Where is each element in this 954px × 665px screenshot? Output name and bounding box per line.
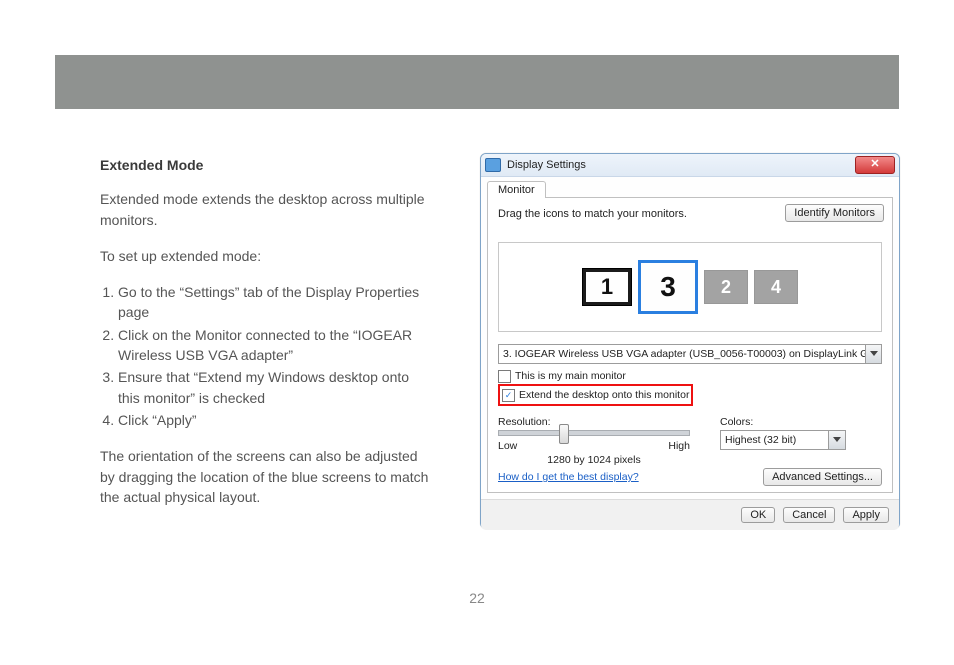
resolution-value: 1280 by 1024 pixels: [498, 454, 690, 466]
colors-label: Colors:: [720, 416, 846, 428]
resolution-group: Resolution: Low High 1280 by 1024 pixels: [498, 416, 690, 466]
close-button[interactable]: ✕: [855, 156, 895, 174]
colors-dropdown[interactable]: Highest (32 bit): [720, 430, 846, 450]
tab-monitor[interactable]: Monitor: [487, 181, 546, 198]
colors-group: Colors: Highest (32 bit): [720, 416, 846, 466]
cancel-label: Cancel: [792, 509, 826, 521]
chevron-down-icon: [828, 431, 845, 449]
setup-step: Click on the Monitor connected to the “I…: [118, 325, 430, 366]
close-icon: ✕: [870, 158, 879, 170]
tab-monitor-label: Monitor: [498, 184, 535, 196]
main-monitor-checkbox[interactable]: [498, 370, 511, 383]
advanced-settings-label: Advanced Settings...: [772, 471, 873, 483]
advanced-settings-button[interactable]: Advanced Settings...: [763, 468, 882, 486]
monitor-select-value: 3. IOGEAR Wireless USB VGA adapter (USB_…: [503, 348, 865, 360]
apply-label: Apply: [852, 509, 880, 521]
extend-desktop-checkbox-row: Extend the desktop onto this monitor: [498, 384, 693, 406]
cancel-button[interactable]: Cancel: [783, 507, 835, 523]
dialog-title-bar[interactable]: Display Settings ✕: [481, 154, 899, 177]
monitor-1-label: 1: [601, 274, 613, 300]
ok-button[interactable]: OK: [741, 507, 775, 523]
orientation-paragraph: The orientation of the screens can also …: [100, 446, 430, 507]
instruction-text-column: Extended Mode Extended mode extends the …: [100, 155, 430, 523]
setup-step: Ensure that “Extend my Windows desktop o…: [118, 367, 430, 408]
extend-desktop-checkbox[interactable]: [502, 389, 515, 402]
heading-extended-mode: Extended Mode: [100, 155, 430, 175]
dialog-title: Display Settings: [507, 159, 586, 171]
monitor-2-label: 2: [721, 277, 731, 298]
main-monitor-label: This is my main monitor: [515, 368, 626, 384]
intro-paragraph: Extended mode extends the desktop across…: [100, 189, 430, 230]
main-monitor-checkbox-row: This is my main monitor: [498, 368, 882, 384]
dialog-button-row: OK Cancel Apply: [481, 499, 899, 530]
slider-thumb[interactable]: [559, 424, 569, 444]
monitor-arrangement-area[interactable]: 1 3 2 4: [498, 242, 882, 332]
monitor-1[interactable]: 1: [582, 268, 632, 306]
resolution-label: Resolution:: [498, 416, 690, 428]
setup-step: Click “Apply”: [118, 410, 430, 430]
monitor-select-dropdown[interactable]: 3. IOGEAR Wireless USB VGA adapter (USB_…: [498, 344, 882, 364]
identify-monitors-label: Identify Monitors: [794, 207, 875, 219]
colors-value: Highest (32 bit): [725, 434, 796, 446]
resolution-slider[interactable]: [498, 430, 690, 436]
best-display-help-link[interactable]: How do I get the best display?: [498, 471, 639, 483]
chevron-down-icon: [865, 345, 881, 363]
display-settings-dialog: Display Settings ✕ Monitor Drag the icon…: [480, 153, 900, 529]
tab-monitor-panel: Drag the icons to match your monitors. I…: [487, 197, 893, 493]
monitor-4-label: 4: [771, 277, 781, 298]
monitor-4[interactable]: 4: [754, 270, 798, 304]
monitor-3-label: 3: [660, 271, 676, 303]
page-number: 22: [0, 590, 954, 606]
monitor-2[interactable]: 2: [704, 270, 748, 304]
monitor-icon: [485, 158, 501, 172]
setup-step: Go to the “Settings” tab of the Display …: [118, 282, 430, 323]
header-bar: [55, 55, 899, 109]
identify-monitors-button[interactable]: Identify Monitors: [785, 204, 884, 222]
ok-label: OK: [750, 509, 766, 521]
drag-hint-label: Drag the icons to match your monitors.: [498, 208, 687, 220]
slider-high-label: High: [668, 440, 690, 452]
apply-button[interactable]: Apply: [843, 507, 889, 523]
setup-steps-list: Go to the “Settings” tab of the Display …: [118, 282, 430, 430]
monitor-3-selected[interactable]: 3: [638, 260, 698, 314]
extend-desktop-label: Extend the desktop onto this monitor: [519, 387, 689, 403]
slider-low-label: Low: [498, 440, 517, 452]
setup-lead-in: To set up extended mode:: [100, 246, 430, 266]
